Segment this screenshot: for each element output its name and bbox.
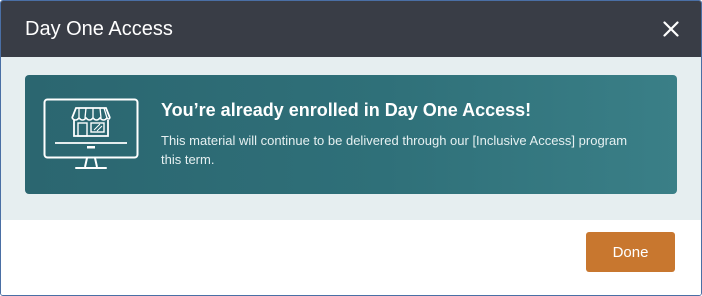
enrollment-banner: You’re already enrolled in Day One Acces… [25, 75, 677, 194]
dialog-header: Day One Access [1, 1, 701, 57]
day-one-access-dialog: Day One Access You’re already enrolled i… [0, 0, 702, 296]
close-button[interactable] [659, 17, 683, 41]
dialog-footer: Done [1, 220, 701, 295]
banner-heading: You’re already enrolled in Day One Acces… [161, 100, 532, 120]
dialog-title: Day One Access [25, 17, 173, 40]
banner-text: You’re already enrolled in Day One Acces… [161, 100, 631, 169]
close-icon [663, 21, 679, 37]
storefront-monitor-icon [43, 98, 139, 169]
banner-message: This material will continue to be delive… [161, 133, 628, 167]
dialog-body: You’re already enrolled in Day One Acces… [1, 57, 701, 220]
done-button[interactable]: Done [586, 232, 675, 272]
